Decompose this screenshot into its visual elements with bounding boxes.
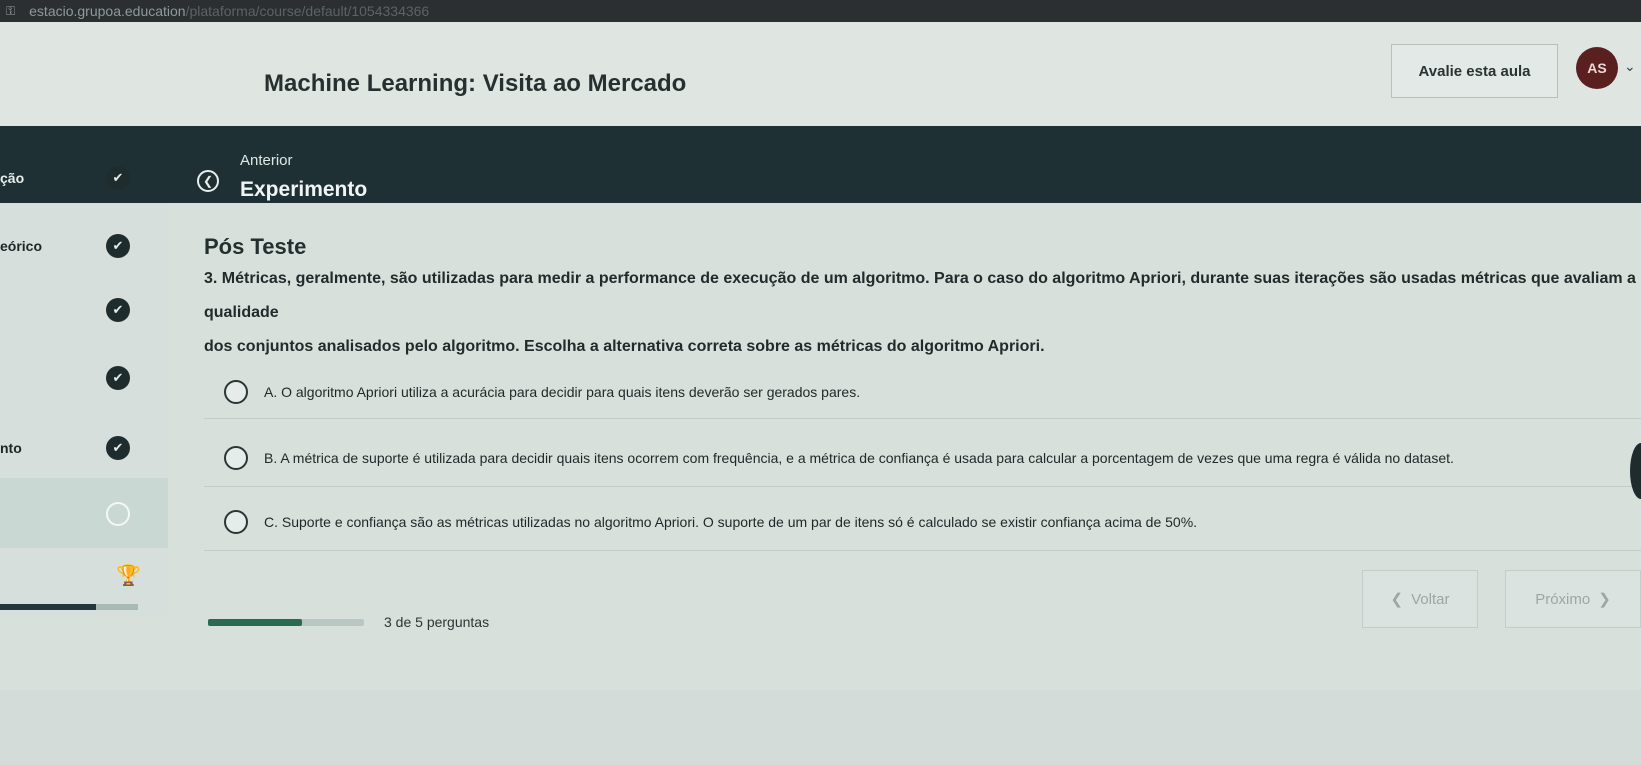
trophy-icon: 🏆 — [116, 565, 141, 587]
back-button-label: Voltar — [1411, 590, 1450, 608]
incomplete-circle-icon — [106, 502, 130, 526]
answer-option-b[interactable]: B. A métrica de suporte é utilizada para… — [224, 438, 1454, 478]
previous-label[interactable]: Anterior — [240, 152, 293, 169]
check-icon: ✔ — [106, 298, 130, 322]
divider — [204, 486, 1641, 487]
question-progress-text: 3 de 5 perguntas — [384, 614, 490, 630]
rate-lesson-button[interactable]: Avalie esta aula — [1391, 44, 1558, 98]
option-text: A. O algoritmo Apriori utiliza a acuráci… — [264, 384, 861, 400]
lesson-title[interactable]: Experimento — [240, 178, 367, 202]
question-progress-fill — [208, 619, 302, 626]
question-text: 3. Métricas, geralmente, são utilizadas … — [204, 270, 1636, 355]
check-icon: ✔ — [106, 436, 130, 460]
sidebar-item-label[interactable]: nto — [0, 440, 22, 456]
chevron-left-icon: ❮ — [1390, 591, 1404, 608]
sidebar — [0, 196, 168, 616]
option-text: B. A métrica de suporte é utilizada para… — [264, 450, 1454, 466]
answer-option-a[interactable]: A. O algoritmo Apriori utiliza a acuráci… — [224, 372, 860, 412]
divider — [204, 550, 1641, 551]
back-button[interactable]: ❮ Voltar — [1362, 570, 1478, 628]
answer-option-c[interactable]: C. Suporte e confiança são as métricas u… — [224, 502, 1197, 542]
site-info-icon[interactable]: ⚿ — [6, 4, 15, 19]
sidebar-item-label[interactable]: ção — [0, 170, 24, 186]
next-button-label: Próximo — [1535, 590, 1591, 608]
user-avatar[interactable]: AS — [1576, 47, 1618, 89]
url-host: estacio.grupoa.education — [29, 3, 186, 19]
check-icon: ✔ — [106, 234, 130, 258]
divider — [204, 418, 1641, 419]
sidebar-progress-track — [96, 604, 138, 610]
section-title: Pós Teste — [204, 234, 307, 259]
sidebar-item-current[interactable] — [0, 478, 168, 548]
sidebar-progress-fill — [0, 604, 96, 610]
check-icon: ✔ — [106, 366, 130, 390]
radio-button[interactable] — [224, 510, 248, 534]
url-path: /plataforma/course/default/1054334366 — [185, 3, 430, 19]
next-button[interactable]: Próximo ❯ — [1505, 570, 1641, 628]
course-title: Machine Learning: Visita ao Mercado — [264, 70, 687, 97]
radio-button[interactable] — [224, 380, 248, 404]
chevron-left-icon: ❮ — [202, 174, 214, 188]
scroll-handle[interactable] — [1630, 443, 1641, 499]
check-icon: ✔ — [106, 166, 130, 190]
option-text: C. Suporte e confiança são as métricas u… — [264, 514, 1198, 530]
footer-area — [0, 690, 1641, 765]
chevron-right-icon: ❯ — [1598, 591, 1611, 608]
radio-button[interactable] — [224, 446, 248, 470]
address-bar[interactable]: ⚿ estacio.grupoa.education /plataforma/c… — [0, 0, 1641, 22]
sidebar-item-label[interactable]: eórico — [0, 238, 42, 254]
chevron-down-icon[interactable]: ⌄ — [1624, 58, 1636, 75]
previous-lesson-button[interactable]: ❮ — [197, 170, 219, 192]
